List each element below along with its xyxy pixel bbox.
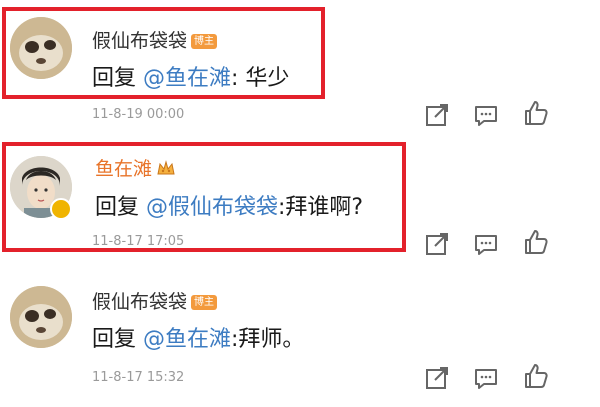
share-icon[interactable] [423,101,451,129]
like-icon[interactable] [522,362,550,390]
comment-text: 回复 @鱼在滩: 华少 [92,66,290,91]
avatar[interactable] [10,286,72,348]
crown-icon [156,159,176,182]
like-icon[interactable] [522,99,550,127]
blogger-badge: 博主 [191,34,218,49]
comment-icon[interactable] [472,364,500,392]
comment-icon[interactable] [472,230,500,258]
author-name[interactable]: 鱼在滩 [95,154,176,182]
mention-link[interactable]: @鱼在滩 [143,66,231,91]
author-name[interactable]: 假仙布袋袋 博主 [92,26,218,53]
comment-1: 假仙布袋袋 博主 回复 @鱼在滩: 华少 11-8-19 00:00 [0,0,600,130]
avatar[interactable] [10,17,72,79]
mention-link[interactable]: @鱼在滩 [143,327,231,352]
timestamp: 11-8-17 15:32 [92,370,185,385]
like-icon[interactable] [522,228,550,256]
comment-3: 假仙布袋袋 博主 回复 @鱼在滩:拜师。 11-8-17 15:32 [0,270,600,407]
share-icon[interactable] [423,230,451,258]
comment-2: 鱼在滩 回复 @假仙布袋袋:拜谁啊? 11-8-17 17:05 [0,130,600,270]
author-name[interactable]: 假仙布袋袋 博主 [92,287,218,314]
blogger-badge: 博主 [191,295,218,310]
timestamp: 11-8-17 17:05 [92,234,185,249]
verified-icon [50,198,72,220]
comment-text: 回复 @假仙布袋袋:拜谁啊? [95,195,364,220]
comment-text: 回复 @鱼在滩:拜师。 [92,327,305,352]
mention-link[interactable]: @假仙布袋袋 [146,195,278,220]
share-icon[interactable] [423,364,451,392]
comment-icon[interactable] [472,101,500,129]
timestamp: 11-8-19 00:00 [92,107,185,122]
